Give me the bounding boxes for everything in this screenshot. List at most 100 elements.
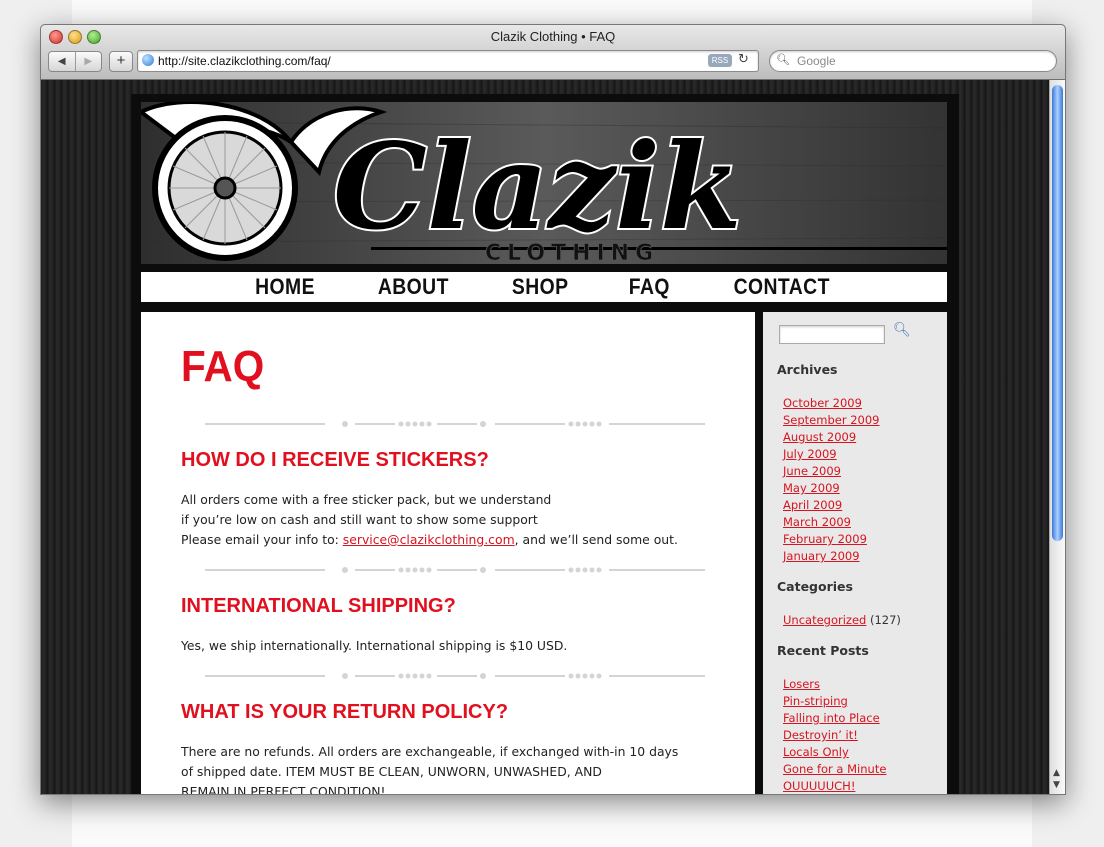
window-title: Clazik Clothing • FAQ [490, 29, 616, 44]
list-item: January 2009 [783, 548, 880, 565]
browser-toolbar: Clazik Clothing • FAQ ◀ ▶ + http://site.… [41, 25, 1065, 80]
answer-line: Please email your info to: service@clazi… [181, 530, 678, 550]
post-link[interactable]: Destroyin’ it! [783, 728, 858, 742]
archive-link[interactable]: January 2009 [783, 549, 860, 563]
list-item: July 2009 [783, 446, 880, 463]
recent-posts-list: Losers Pin-striping Falling into Place D… [783, 676, 886, 794]
nav-shop[interactable]: SHOP [512, 274, 569, 300]
archives-list: October 2009 September 2009 August 2009 … [783, 395, 880, 565]
recent-posts-heading: Recent Posts [777, 643, 869, 658]
list-item: August 2009 [783, 429, 880, 446]
archive-link[interactable]: July 2009 [783, 447, 837, 461]
site-wrapper: Clazik CLOTHING HOME ABOUT SHOP FAQ CONT… [131, 94, 959, 794]
nav-contact[interactable]: CONTACT [734, 274, 830, 300]
answer-line: REMAIN IN PERFECT CONDITION! [181, 784, 386, 794]
answer-line: of shipped date. ITEM MUST BE CLEAN, UNW… [181, 764, 602, 779]
post-link[interactable]: Pin-striping [783, 694, 848, 708]
forward-arrow-icon: ▶ [84, 56, 93, 67]
post-link[interactable]: OUUUUUCH! [783, 779, 855, 793]
list-item: Losers [783, 676, 886, 693]
faq-answer-stickers: All orders come with a free sticker pack… [181, 490, 678, 550]
faq-question-shipping: INTERNATIONAL SHIPPING? [181, 595, 456, 617]
list-item: Pin-striping [783, 693, 886, 710]
browser-window: Clazik Clothing • FAQ ◀ ▶ + http://site.… [40, 24, 1066, 795]
nav-faq[interactable]: FAQ [629, 274, 670, 300]
scroll-up-arrow-icon[interactable]: ▲ [1053, 768, 1060, 778]
faq-question-stickers: HOW DO I RECEIVE STICKERS? [181, 449, 489, 471]
post-link[interactable]: Losers [783, 677, 820, 691]
faq-answer-returns: There are no refunds. All orders are exc… [181, 742, 678, 794]
faq-answer-shipping: Yes, we ship internationally. Internatio… [181, 636, 567, 656]
plus-icon: + [116, 52, 126, 69]
sidebar-search-input[interactable] [779, 325, 885, 344]
archive-link[interactable]: June 2009 [783, 464, 841, 478]
email-suffix: , and we’ll send some out. [514, 532, 678, 547]
answer-line: All orders come with a free sticker pack… [181, 492, 552, 507]
archive-link[interactable]: March 2009 [783, 515, 851, 529]
list-item: March 2009 [783, 514, 880, 531]
category-count: (127) [870, 613, 901, 627]
rss-button[interactable]: RSS [708, 54, 732, 67]
faq-question-returns: WHAT IS YOUR RETURN POLICY? [181, 701, 509, 723]
list-item: OUUUUUCH! [783, 778, 886, 794]
back-arrow-icon: ◀ [57, 56, 66, 67]
archive-link[interactable]: September 2009 [783, 413, 880, 427]
web-viewport: Clazik CLOTHING HOME ABOUT SHOP FAQ CONT… [41, 80, 1049, 794]
reload-icon[interactable]: ↻ [738, 52, 749, 67]
answer-line: Yes, we ship internationally. Internatio… [181, 638, 568, 653]
category-link[interactable]: Uncategorized [783, 613, 866, 627]
main-content: FAQ HOW DO I RECEIVE STICKERS? All order… [141, 312, 755, 794]
clazik-logo: Clazik CLOTHING [141, 102, 947, 264]
scrollbar-thumb[interactable] [1052, 85, 1063, 541]
page-title: FAQ [181, 342, 265, 391]
archive-link[interactable]: April 2009 [783, 498, 842, 512]
scroll-down-arrow-icon[interactable]: ▼ [1053, 780, 1060, 790]
address-bar[interactable]: http://site.clazikclothing.com/faq/ RSS … [137, 50, 759, 72]
main-nav: HOME ABOUT SHOP FAQ CONTACT [141, 272, 947, 302]
categories-list: Uncategorized (127) [783, 612, 901, 629]
add-bookmark-button[interactable]: + [109, 51, 133, 72]
list-item: Gone for a Minute [783, 761, 886, 778]
list-item: June 2009 [783, 463, 880, 480]
list-item: September 2009 [783, 412, 880, 429]
archive-link[interactable]: May 2009 [783, 481, 840, 495]
archives-heading: Archives [777, 362, 838, 377]
archive-link[interactable]: October 2009 [783, 396, 862, 410]
post-link[interactable]: Locals Only [783, 745, 849, 759]
list-item: Destroyin’ it! [783, 727, 886, 744]
answer-line: if you’re low on cash and still want to … [181, 512, 538, 527]
list-item: October 2009 [783, 395, 880, 412]
archive-link[interactable]: February 2009 [783, 532, 867, 546]
search-field[interactable]: 🔍︎ Google [769, 50, 1057, 72]
nav-about[interactable]: ABOUT [378, 274, 449, 300]
nav-home[interactable]: HOME [255, 274, 315, 300]
list-item: Locals Only [783, 744, 886, 761]
post-link[interactable]: Gone for a Minute [783, 762, 886, 776]
search-placeholder[interactable]: Google [797, 54, 836, 68]
email-link[interactable]: service@clazikclothing.com [343, 532, 515, 547]
list-item: May 2009 [783, 480, 880, 497]
forward-button[interactable]: ▶ [74, 52, 102, 71]
logo-subtext: CLOTHING [485, 241, 659, 264]
search-icon: 🔍︎ [776, 53, 790, 66]
email-prefix: Please email your info to: [181, 532, 343, 547]
url-text[interactable]: http://site.clazikclothing.com/faq/ [158, 54, 331, 68]
site-header-banner: Clazik CLOTHING [141, 102, 947, 264]
globe-icon [142, 54, 154, 66]
ornamental-divider [205, 567, 705, 573]
list-item: Falling into Place [783, 710, 886, 727]
vertical-scrollbar[interactable]: ▲ ▼ [1049, 80, 1065, 794]
list-item: February 2009 [783, 531, 880, 548]
sidebar: 🔍︎ Archives October 2009 September 2009 … [763, 312, 947, 794]
categories-heading: Categories [777, 579, 853, 594]
logo-wordmark: Clazik [333, 117, 742, 256]
ornamental-divider [205, 673, 705, 679]
answer-line: There are no refunds. All orders are exc… [181, 744, 679, 759]
post-link[interactable]: Falling into Place [783, 711, 880, 725]
history-buttons: ◀ ▶ [48, 51, 102, 72]
magnifier-icon[interactable]: 🔍︎ [893, 322, 911, 338]
back-button[interactable]: ◀ [49, 52, 75, 71]
list-item: Uncategorized (127) [783, 612, 901, 629]
ornamental-divider [205, 421, 705, 427]
archive-link[interactable]: August 2009 [783, 430, 856, 444]
